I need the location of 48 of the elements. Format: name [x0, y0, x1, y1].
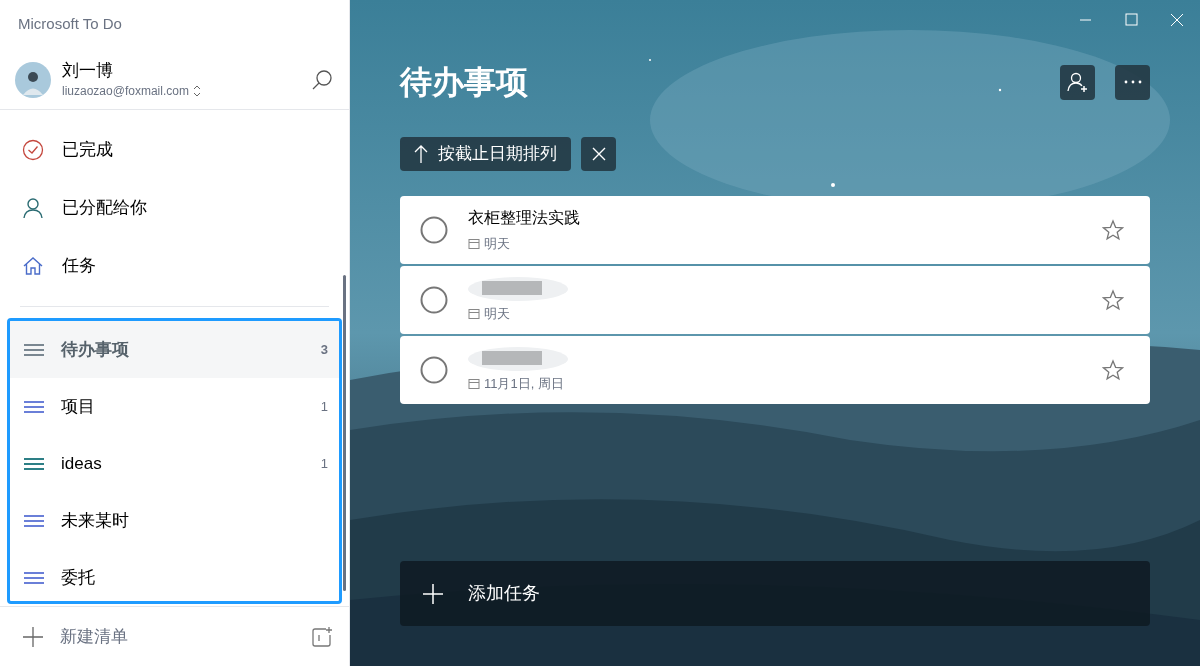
account-email: liuzaozao@foxmail.com: [62, 82, 189, 100]
new-list-button[interactable]: 新建清单: [22, 623, 128, 650]
more-icon: [1122, 80, 1143, 84]
list-item[interactable]: 待办事项 3: [10, 321, 339, 378]
task-card[interactable]: 11月1日, 周日: [400, 336, 1150, 404]
due-date: 明天: [484, 304, 510, 323]
nav-item[interactable]: 已分配给你: [0, 179, 349, 237]
star-icon[interactable]: [1102, 359, 1124, 381]
list-item[interactable]: 项目 1: [10, 378, 339, 435]
new-group-icon[interactable]: [311, 625, 333, 648]
complete-checkbox[interactable]: [420, 356, 448, 384]
list-count: 1: [320, 397, 328, 416]
search-icon[interactable]: [311, 68, 333, 91]
list-title: 待办事项: [400, 63, 528, 102]
clear-sort-button[interactable]: [581, 137, 616, 171]
task-title: 衣柜整理法实践: [468, 208, 581, 228]
more-button[interactable]: [1115, 64, 1150, 100]
nav-item[interactable]: 已完成: [0, 121, 349, 179]
app-title: Microsoft To Do: [17, 14, 123, 34]
complete-checkbox[interactable]: [420, 216, 448, 244]
list-count: 1: [320, 454, 328, 473]
plus-icon: [422, 582, 444, 605]
list-count: 3: [320, 340, 328, 359]
complete-checkbox[interactable]: [420, 286, 448, 314]
share-button[interactable]: [1060, 64, 1095, 100]
calendar-icon: [468, 377, 480, 389]
arrow-up-icon: [414, 144, 428, 164]
star-icon[interactable]: [1102, 289, 1124, 311]
list-item[interactable]: ideas 1: [10, 435, 339, 492]
list-item[interactable]: 委托: [10, 549, 339, 601]
calendar-icon: [468, 237, 480, 249]
due-date: 明天: [484, 234, 510, 253]
close-icon: [590, 146, 607, 162]
task-card[interactable]: 明天: [400, 266, 1150, 334]
add-person-icon: [1066, 71, 1089, 93]
add-task-button[interactable]: 添加任务: [400, 561, 1150, 626]
calendar-icon: [468, 307, 480, 319]
due-date: 11月1日, 周日: [484, 374, 564, 393]
account-name: 刘一博: [62, 59, 114, 82]
plus-icon: [22, 625, 44, 648]
task-card[interactable]: 衣柜整理法实践 明天: [400, 196, 1150, 264]
nav-item[interactable]: 任务: [0, 237, 349, 295]
expand-icon[interactable]: [192, 84, 201, 97]
avatar[interactable]: [15, 61, 51, 98]
sort-chip[interactable]: 按截止日期排列: [400, 137, 571, 171]
scrollbar[interactable]: [343, 275, 346, 591]
list-item[interactable]: 未来某时: [10, 492, 339, 549]
star-icon[interactable]: [1102, 219, 1124, 241]
